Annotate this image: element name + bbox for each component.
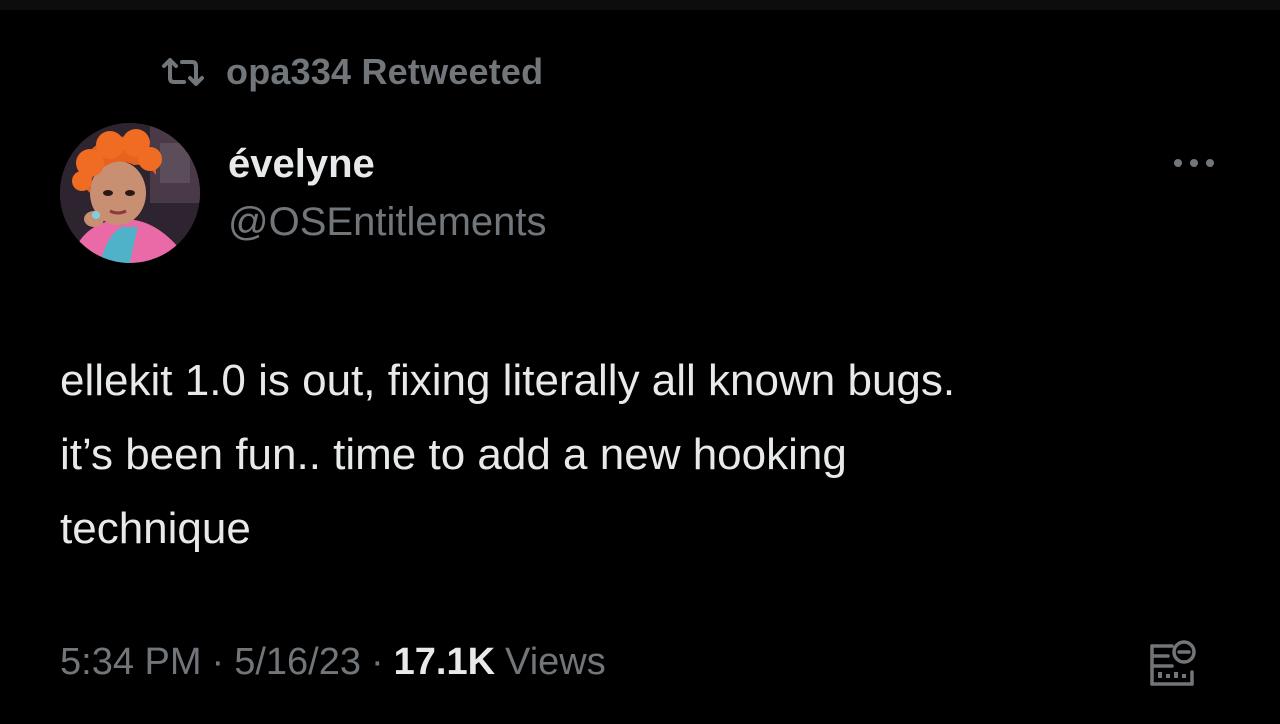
tweet-line: it’s been fun.. time to add a new hookin…: [60, 430, 847, 479]
author-handle[interactable]: @OSEntitlements: [228, 198, 547, 246]
more-options-button[interactable]: [1168, 148, 1220, 178]
views-count: 17.1K: [393, 640, 496, 683]
avatar[interactable]: [60, 123, 200, 263]
tweet-date[interactable]: 5/16/23: [234, 641, 361, 684]
tweet-body: ellekit 1.0 is out, fixing literally all…: [60, 344, 1200, 566]
views-label: Views: [505, 640, 606, 683]
retweet-label[interactable]: opa334 Retweeted: [226, 51, 543, 93]
analytics-button[interactable]: [1144, 634, 1200, 690]
tweet-line: technique: [60, 504, 251, 553]
tweet-metadata: 5:34 PM · 5/16/23 · 17.1K Views: [60, 636, 606, 688]
tweet-screenshot: opa334 Retweeted évelyne @OSEntitlements: [0, 0, 1280, 724]
meta-separator: ·: [370, 640, 384, 683]
tweet-time[interactable]: 5:34 PM: [60, 641, 202, 684]
more-horizontal-icon: [1174, 159, 1214, 167]
meta-separator: ·: [211, 640, 225, 683]
tweet-line: ellekit 1.0 is out, fixing literally all…: [60, 356, 956, 405]
analytics-icon: [1150, 640, 1196, 686]
top-edge: [0, 0, 1280, 10]
author-display-name[interactable]: évelyne: [228, 140, 375, 188]
retweet-indicator[interactable]: opa334 Retweeted: [160, 50, 543, 94]
retweet-icon: [162, 58, 204, 86]
